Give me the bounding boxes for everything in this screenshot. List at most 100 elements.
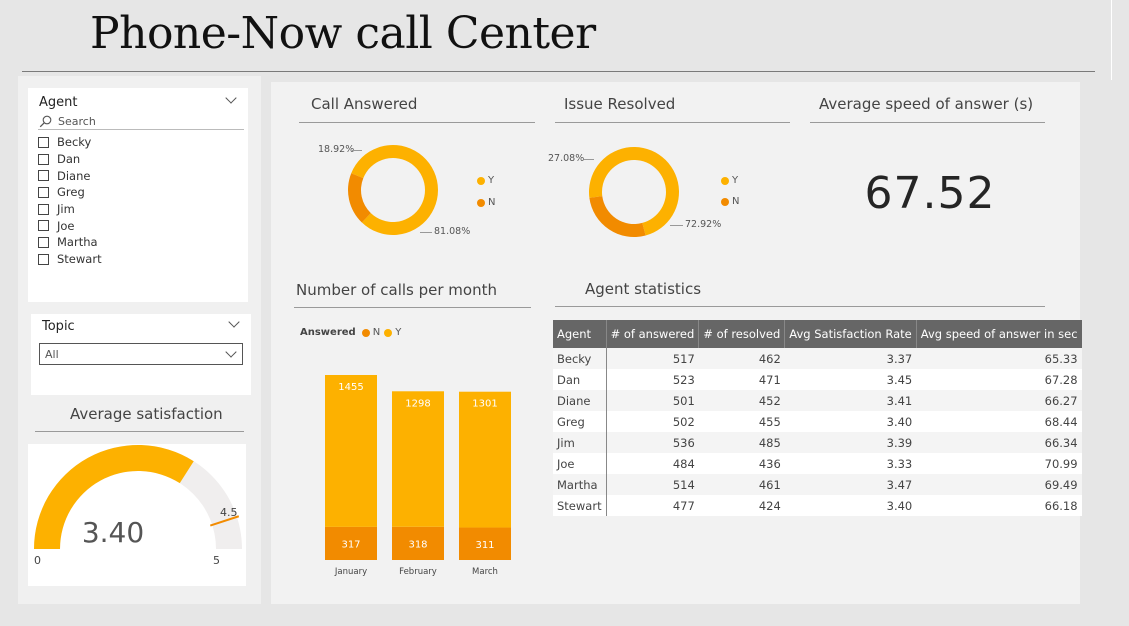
table-cell: 68.44 (916, 411, 1082, 432)
agent-name-cell: Greg (553, 411, 607, 432)
donut-slice-n[interactable] (589, 196, 646, 237)
bar-data-label: 311 (475, 540, 494, 551)
column-header[interactable]: Agent (553, 320, 607, 348)
agent-option[interactable]: Martha (38, 234, 102, 251)
agent-option[interactable]: Stewart (38, 251, 102, 268)
table-cell: 3.40 (784, 495, 917, 516)
table-cell: 536 (606, 432, 699, 453)
legend-label: Y (732, 175, 739, 186)
page-title: Phone-Now call Center (90, 8, 596, 59)
agent-option-label: Martha (57, 235, 98, 250)
search-placeholder: Search (58, 115, 96, 128)
topic-slicer-title: Topic (42, 319, 75, 334)
call-answered-legend-y[interactable]: Y (477, 175, 494, 186)
call-answered-title: Call Answered (311, 95, 418, 113)
table-cell: 485 (698, 432, 785, 453)
agent-name-cell: Diane (553, 390, 607, 411)
legend-dot-icon (384, 328, 393, 337)
avg-satisfaction-title: Average satisfaction (70, 405, 223, 423)
legend-dot-icon (477, 198, 485, 207)
agent-option[interactable]: Diane (38, 167, 102, 184)
issue-resolved-legend-y[interactable]: Y (721, 175, 738, 186)
table-cell: 477 (606, 495, 699, 516)
issue-resolved-legend-n[interactable]: N (721, 196, 739, 207)
issue-resolved-donut (589, 147, 679, 237)
table-cell: 67.28 (916, 369, 1082, 390)
checkbox[interactable] (38, 153, 49, 165)
checkbox[interactable] (38, 253, 49, 265)
search-icon (39, 115, 52, 128)
table-row: Becky 517 462 3.37 65.33 (553, 348, 1082, 369)
table-cell: 66.34 (916, 432, 1082, 453)
checkbox[interactable] (38, 220, 49, 232)
donut-slice-y[interactable] (351, 145, 438, 235)
agent-option[interactable]: Dan (38, 151, 102, 168)
edge-divider (1111, 0, 1112, 80)
checkbox[interactable] (38, 203, 49, 215)
table-cell: 69.49 (916, 474, 1082, 495)
legend-label[interactable]: N (373, 327, 380, 338)
agent-name-cell: Martha (553, 474, 607, 495)
column-header[interactable]: Avg speed of answer in sec (916, 320, 1082, 348)
topic-selected-value: All (45, 348, 59, 361)
checkbox[interactable] (38, 186, 49, 198)
checkbox[interactable] (38, 236, 49, 248)
agent-option[interactable]: Jim (38, 201, 102, 218)
gauge-max-label: 5 (213, 554, 220, 567)
agent-stats-table: Agent # of answered # of resolved Avg Satis… (553, 320, 1082, 516)
column-header[interactable]: Avg Satisfaction Rate (784, 320, 917, 348)
leader-line (352, 150, 362, 151)
table-row: Stewart 477 424 3.40 66.18 (553, 495, 1082, 516)
donut-slice-n[interactable] (348, 173, 371, 223)
title-divider (22, 71, 1095, 72)
table-header-row: Agent # of answered # of resolved Avg Satis… (553, 320, 1082, 348)
agent-name-cell: Stewart (553, 495, 607, 516)
issue-resolved-n-pct: 27.08% (548, 153, 585, 164)
call-answered-y-pct: 81.08% (434, 226, 471, 237)
agent-option-label: Jim (57, 202, 75, 217)
table-cell: 484 (606, 453, 699, 474)
agent-option[interactable]: Becky (38, 134, 102, 151)
table-row: Martha 514 461 3.47 69.49 (553, 474, 1082, 495)
gauge-value: 3.40 (82, 516, 144, 549)
table-cell: 66.27 (916, 390, 1082, 411)
table-cell: 3.47 (784, 474, 917, 495)
call-answered-legend-n[interactable]: N (477, 197, 495, 208)
agent-option-label: Stewart (57, 252, 102, 267)
agent-option[interactable]: Joe (38, 217, 102, 234)
bar-data-label: 1301 (472, 399, 497, 410)
checkbox[interactable] (38, 170, 49, 182)
legend-label: Y (488, 175, 495, 186)
agent-option-label: Dan (57, 152, 81, 167)
bar-data-label: 318 (408, 539, 427, 550)
leader-line (420, 232, 432, 233)
legend-dot-icon (361, 328, 370, 337)
table-row: Diane 501 452 3.41 66.27 (553, 390, 1082, 411)
topic-dropdown[interactable]: All (39, 343, 243, 365)
avg-satisfaction-divider (35, 431, 244, 432)
gauge-min-label: 0 (34, 554, 41, 567)
table-cell: 3.40 (784, 411, 917, 432)
agent-slicer-title: Agent (39, 95, 78, 110)
agent-option-label: Becky (57, 135, 92, 150)
table-cell: 3.45 (784, 369, 917, 390)
issue-resolved-divider (555, 122, 790, 123)
column-header[interactable]: # of resolved (698, 320, 786, 348)
agent-search-input[interactable]: Search (38, 114, 244, 130)
table-cell: 523 (606, 369, 699, 390)
table-cell: 501 (606, 390, 699, 411)
bar-segment-y[interactable] (392, 391, 444, 527)
x-tick-label: March (472, 567, 498, 577)
issue-resolved-title: Issue Resolved (564, 95, 676, 113)
agent-option[interactable]: Greg (38, 184, 102, 201)
agent-name-cell: Dan (553, 369, 607, 390)
bar-segment-y[interactable] (459, 391, 511, 528)
call-answered-n-pct: 18.92% (318, 144, 355, 155)
legend-label[interactable]: Y (395, 327, 401, 338)
column-header[interactable]: # of answered (606, 320, 700, 348)
bar-segment-y[interactable] (325, 375, 377, 527)
table-cell: 66.18 (916, 495, 1082, 516)
legend-label: N (488, 197, 496, 208)
checkbox[interactable] (38, 136, 49, 148)
table-cell: 3.33 (784, 453, 917, 474)
